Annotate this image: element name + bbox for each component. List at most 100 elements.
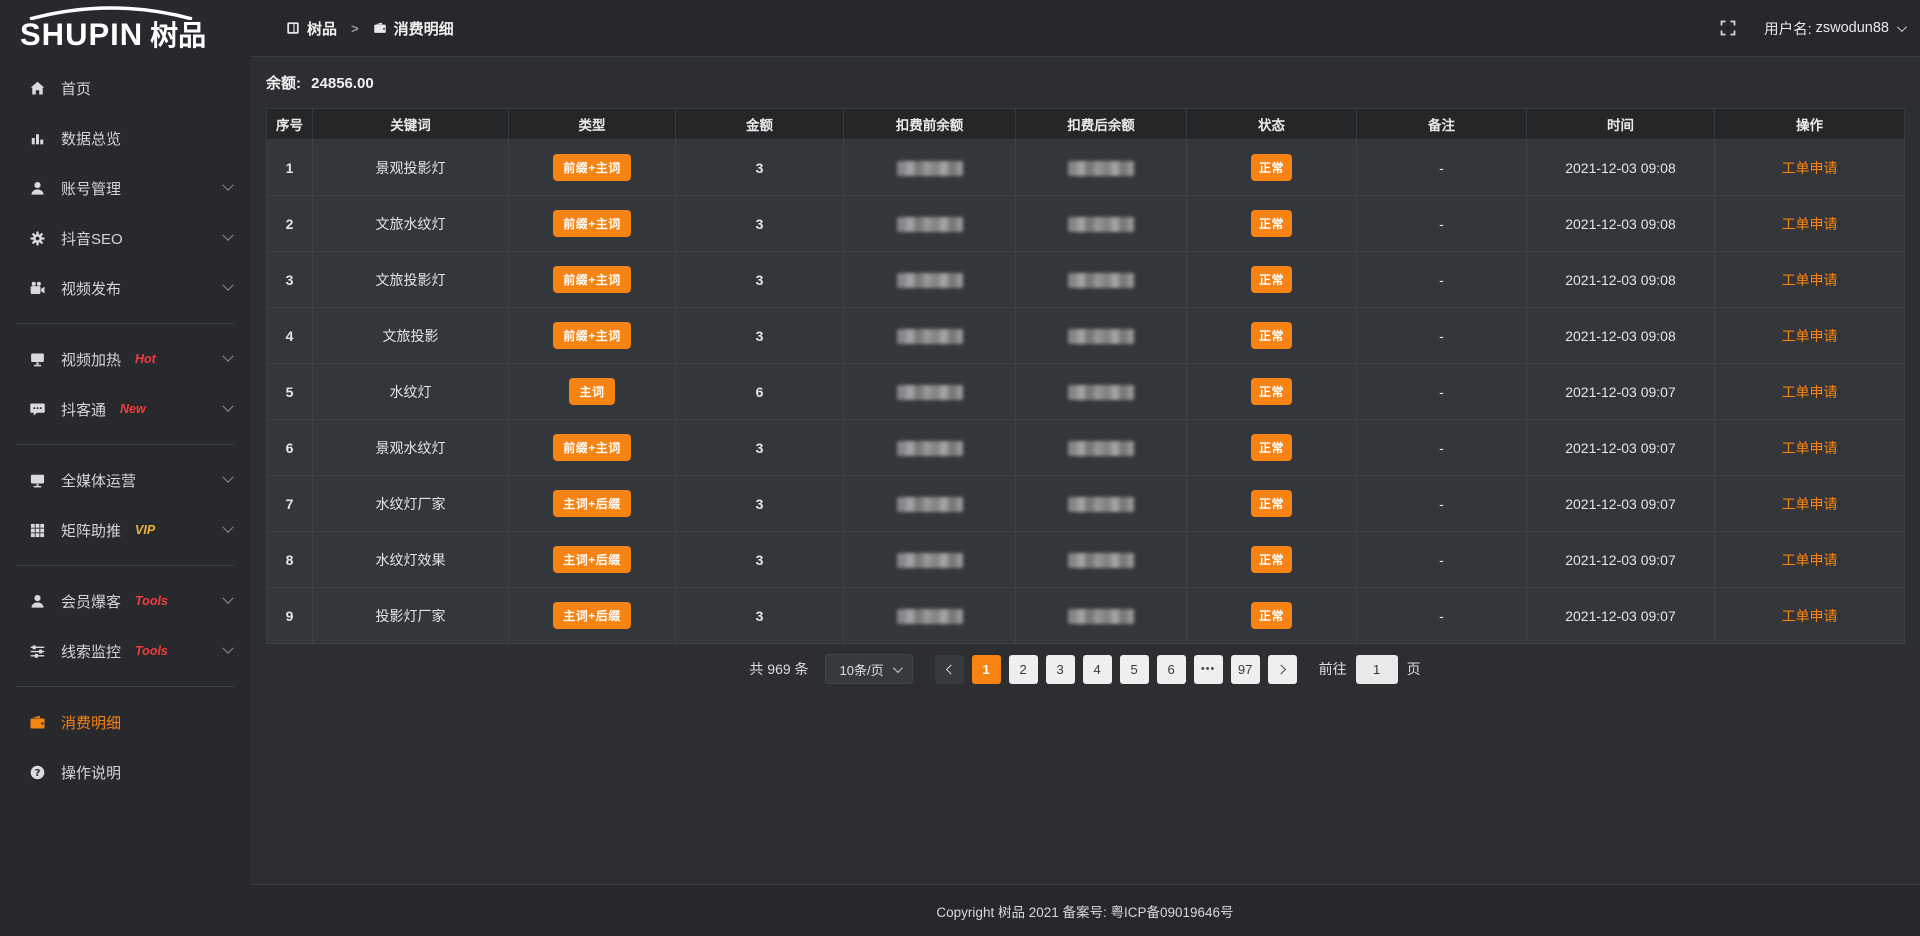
type-badge: 前缀+主词 [553,154,631,181]
work-order-link[interactable]: 工单申请 [1782,216,1838,232]
page-size-select[interactable]: 10条/页 [825,654,913,684]
more-pages-button[interactable]: ••• [1194,655,1223,684]
col-header-time: 时间 [1527,109,1715,140]
sidebar-item-label: 视频发布 [61,278,121,299]
chat-icon [28,400,46,418]
app-logo: SHUPIN 树品 [0,0,250,57]
cell-status: 正常 [1187,196,1357,252]
work-order-link[interactable]: 工单申请 [1782,496,1838,512]
dashboard-icon [286,21,300,35]
cell-action: 工单申请 [1715,532,1905,588]
table-row: 3文旅投影灯前缀+主词3正常-2021-12-03 09:08工单申请 [267,252,1905,308]
cell-time: 2021-12-03 09:08 [1527,140,1715,196]
cell-amount: 6 [676,364,844,420]
cell-no: 9 [267,588,313,644]
cell-time: 2021-12-03 09:07 [1527,476,1715,532]
chevron-down-icon [222,643,233,654]
cell-balance-after [1016,308,1187,364]
next-page-button[interactable] [1268,655,1297,684]
sidebar-item-douyin-seo[interactable]: 抖音SEO [0,213,250,263]
new-badge: New [120,402,146,416]
masked-value [1068,609,1134,624]
balance-line: 余额: 24856.00 [266,72,1904,93]
sidebar-item-video-publish[interactable]: 视频发布 [0,263,250,313]
cell-balance-before [844,252,1016,308]
cell-type: 主词+后缀 [509,532,676,588]
cell-balance-after [1016,140,1187,196]
work-order-link[interactable]: 工单申请 [1782,272,1838,288]
table-header-row: 序号 关键词 类型 金额 扣费前余额 扣费后余额 状态 备注 时间 操作 [267,109,1905,140]
work-order-link[interactable]: 工单申请 [1782,552,1838,568]
goto-label: 前往 [1319,659,1347,679]
cell-remark: - [1357,140,1527,196]
fullscreen-icon[interactable] [1720,20,1736,36]
sidebar-item-data-overview[interactable]: 数据总览 [0,113,250,163]
sidebar-item-account[interactable]: 账号管理 [0,163,250,213]
status-badge: 正常 [1251,266,1292,293]
cell-time: 2021-12-03 09:07 [1527,588,1715,644]
cell-balance-after [1016,420,1187,476]
sidebar-item-label: 操作说明 [61,762,121,783]
sidebar-item-video-heat[interactable]: 视频加热 Hot [0,334,250,384]
pagination-total: 共 969 条 [749,659,808,679]
sidebar-item-label: 抖客通 [61,399,106,420]
cell-status: 正常 [1187,140,1357,196]
masked-value [897,497,963,512]
cell-no: 6 [267,420,313,476]
sidebar-item-member-burst[interactable]: 会员爆客 Tools [0,576,250,626]
work-order-link[interactable]: 工单申请 [1782,440,1838,456]
masked-value [897,553,963,568]
breadcrumb-separator: > [351,21,359,36]
cell-no: 5 [267,364,313,420]
page-button-2[interactable]: 2 [1009,655,1038,684]
sidebar-item-consumption-detail[interactable]: 消费明细 [0,697,250,747]
cell-remark: - [1357,532,1527,588]
work-order-link[interactable]: 工单申请 [1782,384,1838,400]
sidebar-item-douketong[interactable]: 抖客通 New [0,384,250,434]
masked-value [897,441,963,456]
chevron-down-icon [222,180,233,191]
page-button-97[interactable]: 97 [1231,655,1260,684]
masked-value [1068,553,1134,568]
prev-page-button[interactable] [935,655,964,684]
breadcrumb-root[interactable]: 树品 [307,18,337,39]
breadcrumb: 树品 > 消费明细 [286,18,454,39]
user-menu[interactable]: 用户名: zswodun88 [1764,18,1904,39]
chevron-down-icon [893,663,903,673]
page-button-6[interactable]: 6 [1157,655,1186,684]
page-button-4[interactable]: 4 [1083,655,1112,684]
page-button-1[interactable]: 1 [972,655,1001,684]
cell-amount: 3 [676,140,844,196]
cell-status: 正常 [1187,364,1357,420]
col-header-status: 状态 [1187,109,1357,140]
cell-keyword: 文旅水纹灯 [313,196,509,252]
sidebar-item-lead-monitor[interactable]: 线索监控 Tools [0,626,250,676]
member-icon [28,592,46,610]
page-button-5[interactable]: 5 [1120,655,1149,684]
table-row: 6景观水纹灯前缀+主词3正常-2021-12-03 09:07工单申请 [267,420,1905,476]
page-button-3[interactable]: 3 [1046,655,1075,684]
work-order-link[interactable]: 工单申请 [1782,608,1838,624]
cell-status: 正常 [1187,476,1357,532]
cell-amount: 3 [676,420,844,476]
cell-balance-before [844,476,1016,532]
masked-value [1068,497,1134,512]
cell-type: 前缀+主词 [509,252,676,308]
sidebar-item-matrix-boost[interactable]: 矩阵助推 VIP [0,505,250,555]
cell-status: 正常 [1187,420,1357,476]
cell-balance-before [844,420,1016,476]
work-order-link[interactable]: 工单申请 [1782,160,1838,176]
cell-type: 主词+后缀 [509,476,676,532]
gear-icon [28,229,46,247]
sidebar-item-instructions[interactable]: ? 操作说明 [0,747,250,797]
goto-page-input[interactable]: 1 [1356,655,1398,684]
cell-action: 工单申请 [1715,196,1905,252]
sidebar-item-label: 矩阵助推 [61,520,121,541]
sidebar-divider [16,444,234,445]
sidebar-divider [16,686,234,687]
type-badge: 主词+后缀 [553,546,631,573]
main-content: 余额: 24856.00 序号 关键词 类型 金额 扣费前余额 扣费后余额 状态… [250,58,1920,884]
work-order-link[interactable]: 工单申请 [1782,328,1838,344]
sidebar-item-all-media[interactable]: 全媒体运营 [0,455,250,505]
sidebar-item-home[interactable]: 首页 [0,63,250,113]
